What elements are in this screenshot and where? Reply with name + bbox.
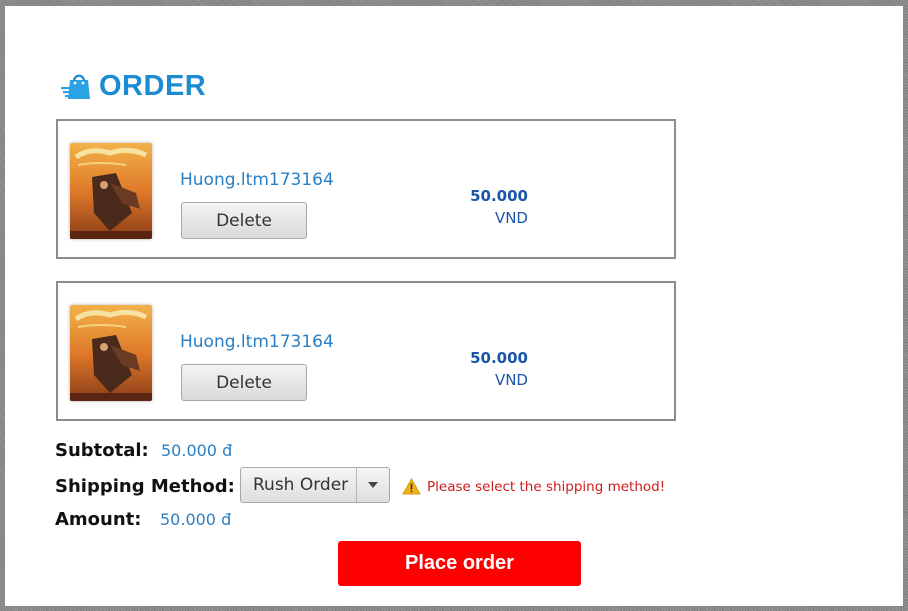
book-cover-image <box>70 143 152 239</box>
price-amount: 50.000 <box>470 349 528 367</box>
shipping-warning-text: Please select the shipping method! <box>427 478 666 495</box>
shipping-method-label: Shipping Method: <box>55 476 235 497</box>
delete-button[interactable]: Delete <box>181 202 307 239</box>
price-block: 50.000 VND <box>448 185 528 229</box>
page-header: ORDER <box>61 66 206 106</box>
shipping-method-value: Rush Order <box>253 475 349 495</box>
cart-item: Huong.ltm173164 Delete 50.000 VND <box>56 119 676 259</box>
order-window: ORDER Huong.ltm173164 Delete 50.000 VND … <box>5 6 903 606</box>
item-name[interactable]: Huong.ltm173164 <box>180 170 334 190</box>
place-order-button[interactable]: Place order <box>338 541 581 586</box>
shopping-bag-icon <box>61 69 95 103</box>
subtotal-label: Subtotal: <box>55 440 149 461</box>
price-currency: VND <box>494 209 528 227</box>
item-name[interactable]: Huong.ltm173164 <box>180 332 334 352</box>
shipping-method-select[interactable]: Rush Order <box>240 467 390 503</box>
cart-item: Huong.ltm173164 Delete 50.000 VND <box>56 281 676 421</box>
page-title: ORDER <box>99 69 207 102</box>
price-currency: VND <box>494 371 528 389</box>
delete-button[interactable]: Delete <box>181 364 307 401</box>
warning-icon <box>402 478 421 495</box>
shipping-warning: Please select the shipping method! <box>402 478 665 495</box>
subtotal-value: 50.000 đ <box>161 441 233 460</box>
amount-value: 50.000 đ <box>160 510 232 529</box>
price-amount: 50.000 <box>470 187 528 205</box>
book-cover-image <box>70 305 152 401</box>
amount-label: Amount: <box>55 509 142 530</box>
price-block: 50.000 VND <box>448 347 528 391</box>
chevron-down-icon[interactable] <box>356 468 389 502</box>
